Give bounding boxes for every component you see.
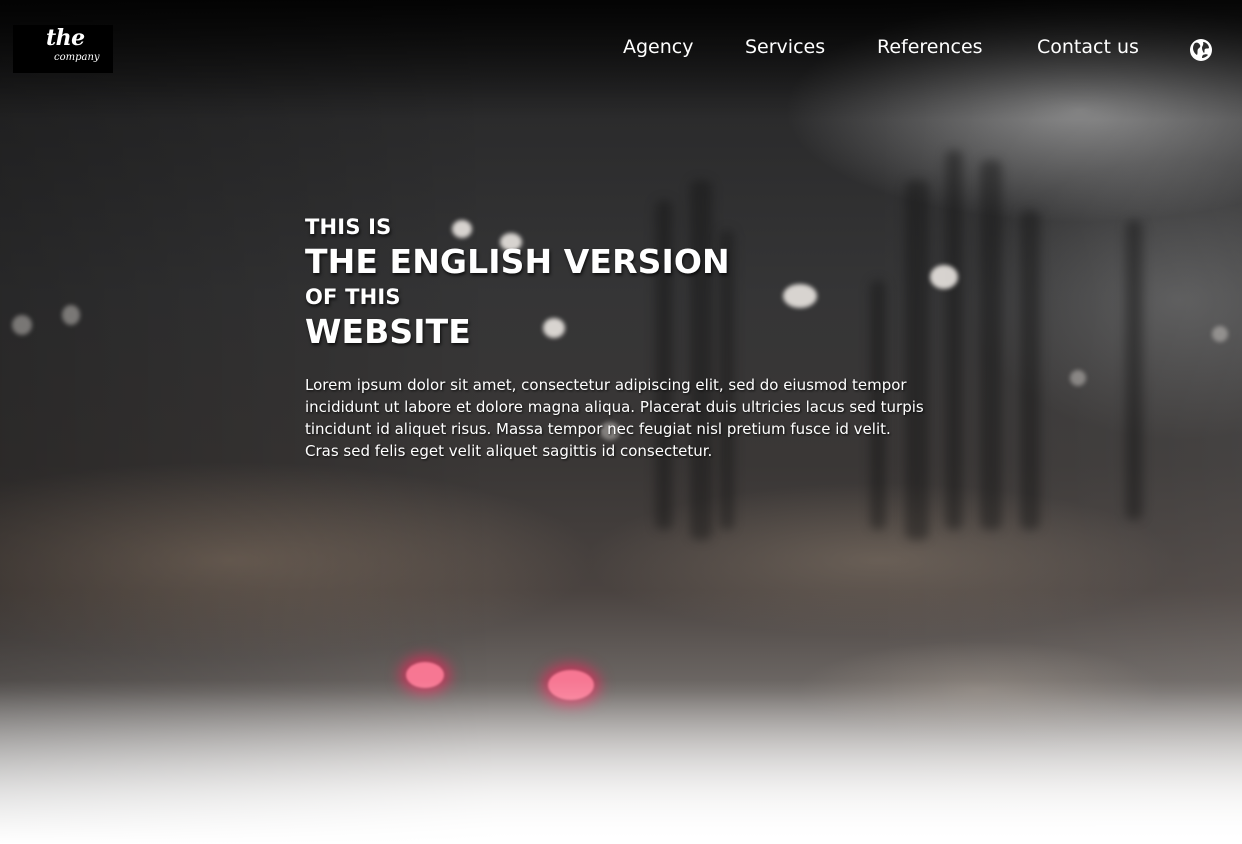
bokeh-light: [12, 315, 32, 335]
main-navigation: Agency Services References Contact us: [610, 36, 1150, 66]
logo-text-the: the: [46, 25, 85, 51]
hero-line-this-is: THIS IS: [305, 215, 392, 239]
site-header: the company Agency Services References C…: [0, 0, 1242, 100]
hero-headline: THIS IS THE ENGLISH VERSION OF THIS WEBS…: [305, 212, 945, 352]
page: the company Agency Services References C…: [0, 0, 1242, 844]
bokeh-light: [1070, 370, 1086, 386]
nav-link-services[interactable]: Services: [745, 36, 825, 58]
tree-trunk: [1125, 220, 1143, 520]
hero-description: Lorem ipsum dolor sit amet, consectetur …: [305, 376, 924, 460]
bottom-fade-overlay: [0, 680, 1242, 844]
bokeh-light: [62, 305, 80, 325]
company-logo[interactable]: the company: [13, 25, 113, 73]
tree-trunk: [1020, 210, 1040, 530]
logo-text-company: company: [54, 52, 100, 63]
bokeh-light: [1212, 326, 1228, 342]
hero-line-website: WEBSITE: [305, 312, 471, 351]
nav-link-contact-us[interactable]: Contact us: [1037, 36, 1139, 58]
globe-icon[interactable]: [1189, 38, 1213, 62]
nav-link-references[interactable]: References: [877, 36, 983, 58]
nav-link-agency[interactable]: Agency: [623, 36, 693, 58]
tree-trunk: [945, 150, 963, 530]
tree-trunk: [980, 160, 1002, 530]
hero-line-english-version: THE ENGLISH VERSION: [305, 242, 730, 281]
hero-line-of-this: OF THIS: [305, 285, 401, 309]
